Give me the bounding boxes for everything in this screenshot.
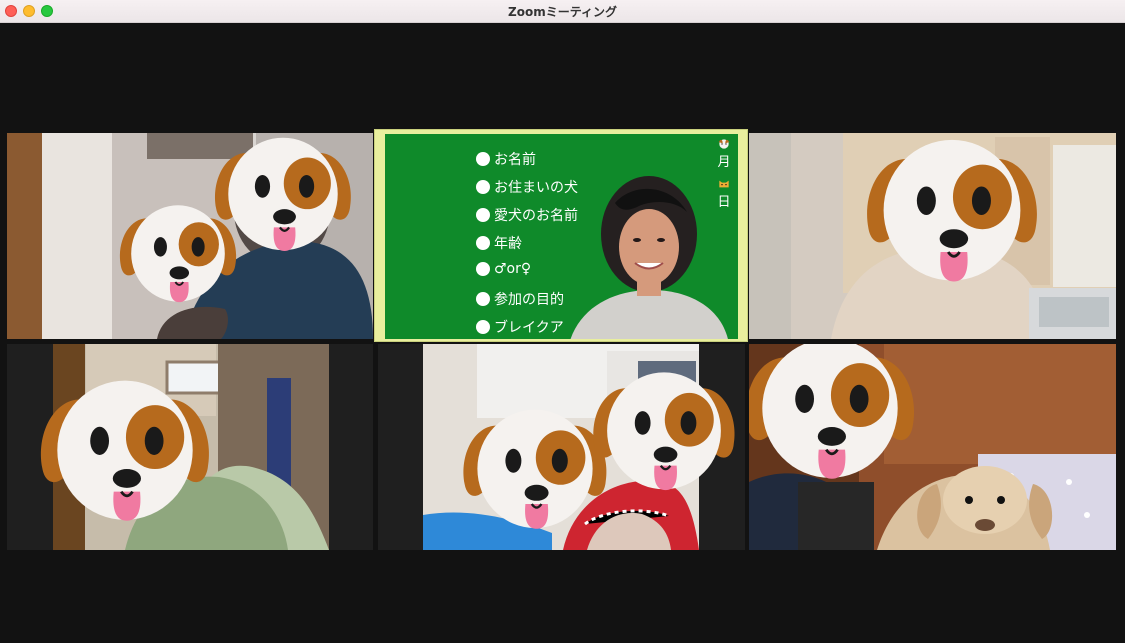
dog-face-icon	[718, 139, 730, 149]
dog-face-emoji-filter	[749, 344, 935, 506]
topic-item: お名前	[476, 149, 536, 169]
participant-video-tile[interactable]	[749, 344, 1116, 550]
participant-video-tile[interactable]	[7, 344, 373, 550]
topic-item: ♂or♀	[476, 261, 531, 277]
participant-video-tile[interactable]	[7, 133, 373, 339]
dog-face-emoji-filter	[22, 360, 228, 548]
participant-video-tile[interactable]	[749, 133, 1116, 339]
host-presenter-video	[570, 176, 728, 339]
dog-face-emoji-filter	[847, 133, 1057, 309]
blackboard-background: お名前 お住まいの犬 愛犬のお名前 年齢 ♂or♀ 参加の目的 ブレイクア 月 …	[385, 134, 738, 339]
dog-face-emoji-filter	[577, 355, 745, 513]
zoom-meeting-window: Zoomミーティング お名前 お住まいの犬 愛犬のお名前 年齢 ♂or♀ 参加の…	[0, 0, 1125, 643]
dog-face-emoji-filter	[108, 191, 248, 321]
topic-item: 年齢	[476, 233, 522, 253]
window-title: Zoomミーティング	[508, 5, 617, 19]
window-titlebar: Zoomミーティング	[0, 0, 1125, 23]
host-video-tile[interactable]: お名前 お住まいの犬 愛犬のお名前 年齢 ♂or♀ 参加の目的 ブレイクア 月 …	[374, 129, 748, 342]
participant-video-tile[interactable]	[378, 344, 745, 550]
